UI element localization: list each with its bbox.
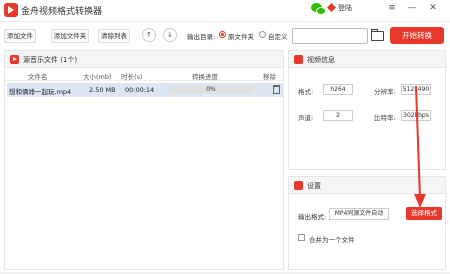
move-up-button[interactable]: ↑ <box>142 28 156 42</box>
channels-value: 2 <box>323 110 353 121</box>
choose-format-button[interactable]: 选择格式 <box>406 207 442 220</box>
resolution-value: 512x490 <box>401 84 431 95</box>
output-format-label: 输出格式: <box>298 213 327 221</box>
file-list-title: 源音乐文件 (1个) <box>23 56 78 64</box>
login-link[interactable]: 登陆 <box>338 3 352 13</box>
move-down-button[interactable]: ↓ <box>163 28 177 42</box>
vip-icon[interactable] <box>327 3 336 12</box>
add-file-button[interactable]: 添加文件 <box>4 29 36 43</box>
trash-icon[interactable] <box>273 85 280 94</box>
row-filename: 想和俩竫一起玩.mp4 <box>9 88 72 96</box>
settings-title: 设置 <box>307 182 321 190</box>
column-duration: 时长(s) <box>121 73 143 81</box>
table-header: 文件名 大小(mb) 时长(s) 转换进度 移除 <box>5 69 283 81</box>
close-icon[interactable]: ✕ <box>424 1 442 15</box>
bitrate-value: 302kbps <box>401 110 431 121</box>
output-path-input[interactable] <box>292 28 368 44</box>
settings-icon <box>294 181 303 190</box>
output-dir-label: 输出目录: <box>187 33 216 41</box>
merge-checkbox[interactable] <box>298 234 305 241</box>
format-value: h264 <box>323 84 353 95</box>
column-progress: 转换进度 <box>192 73 218 81</box>
file-list-header: 源音乐文件 (1个) <box>5 51 283 68</box>
video-info-title: 视频信息 <box>307 56 335 64</box>
menu-icon[interactable]: ≡ <box>383 1 401 15</box>
output-format-field[interactable]: MP4同源文件自动 <box>329 208 389 220</box>
add-folder-button[interactable]: 添加文件夹 <box>51 29 89 43</box>
bitrate-label: 比特率: <box>374 114 396 122</box>
title-bar: 金舟视频格式转换器 登陆 ≡ — ✕ <box>0 0 450 22</box>
column-remove: 移除 <box>263 73 276 81</box>
wechat-icon[interactable] <box>311 3 326 15</box>
channels-label: 声道: <box>298 114 314 122</box>
radio-source-folder[interactable] <box>219 31 226 38</box>
clear-list-button[interactable]: 清除列表 <box>98 29 130 43</box>
row-progress-bar: 0% <box>169 86 253 94</box>
row-size: 2.50 MB <box>89 86 116 94</box>
app-logo-icon <box>4 3 18 17</box>
video-info-panel: 视频信息 格式: h264 分辨率: 512x490 声道: 2 比特率: 30… <box>288 50 446 170</box>
row-duration: 00:00:14 <box>125 86 155 94</box>
column-filename: 文件名 <box>28 73 48 81</box>
start-convert-button[interactable]: 开始转换 <box>390 27 444 44</box>
radio-source-folder-label[interactable]: 原文件夹 <box>228 31 254 41</box>
video-info-header: 视频信息 <box>289 51 445 68</box>
folder-icon[interactable] <box>371 29 384 41</box>
radio-custom-folder[interactable] <box>259 31 266 38</box>
column-size: 大小(mb) <box>83 73 112 81</box>
app-title: 金舟视频格式转换器 <box>21 7 103 17</box>
merge-label[interactable]: 合并为一个文件 <box>309 234 355 244</box>
settings-panel: 设置 输出格式: MP4同源文件自动 选择格式 合并为一个文件 <box>288 176 446 270</box>
music-file-icon <box>10 55 19 64</box>
file-list-panel: 源音乐文件 (1个) 文件名 大小(mb) 时长(s) 转换进度 移除 想和俩竫… <box>4 50 284 270</box>
resolution-label: 分辨率: <box>374 88 396 96</box>
format-label: 格式: <box>298 88 314 96</box>
row-progress-text: 0% <box>206 86 216 93</box>
settings-header: 设置 <box>289 177 445 194</box>
table-row[interactable]: 想和俩竫一起玩.mp4 2.50 MB 00:00:14 0% <box>7 83 283 97</box>
radio-custom-folder-label[interactable]: 自定义 <box>268 31 288 41</box>
video-info-icon <box>294 55 303 64</box>
minimize-icon[interactable]: — <box>403 1 421 15</box>
